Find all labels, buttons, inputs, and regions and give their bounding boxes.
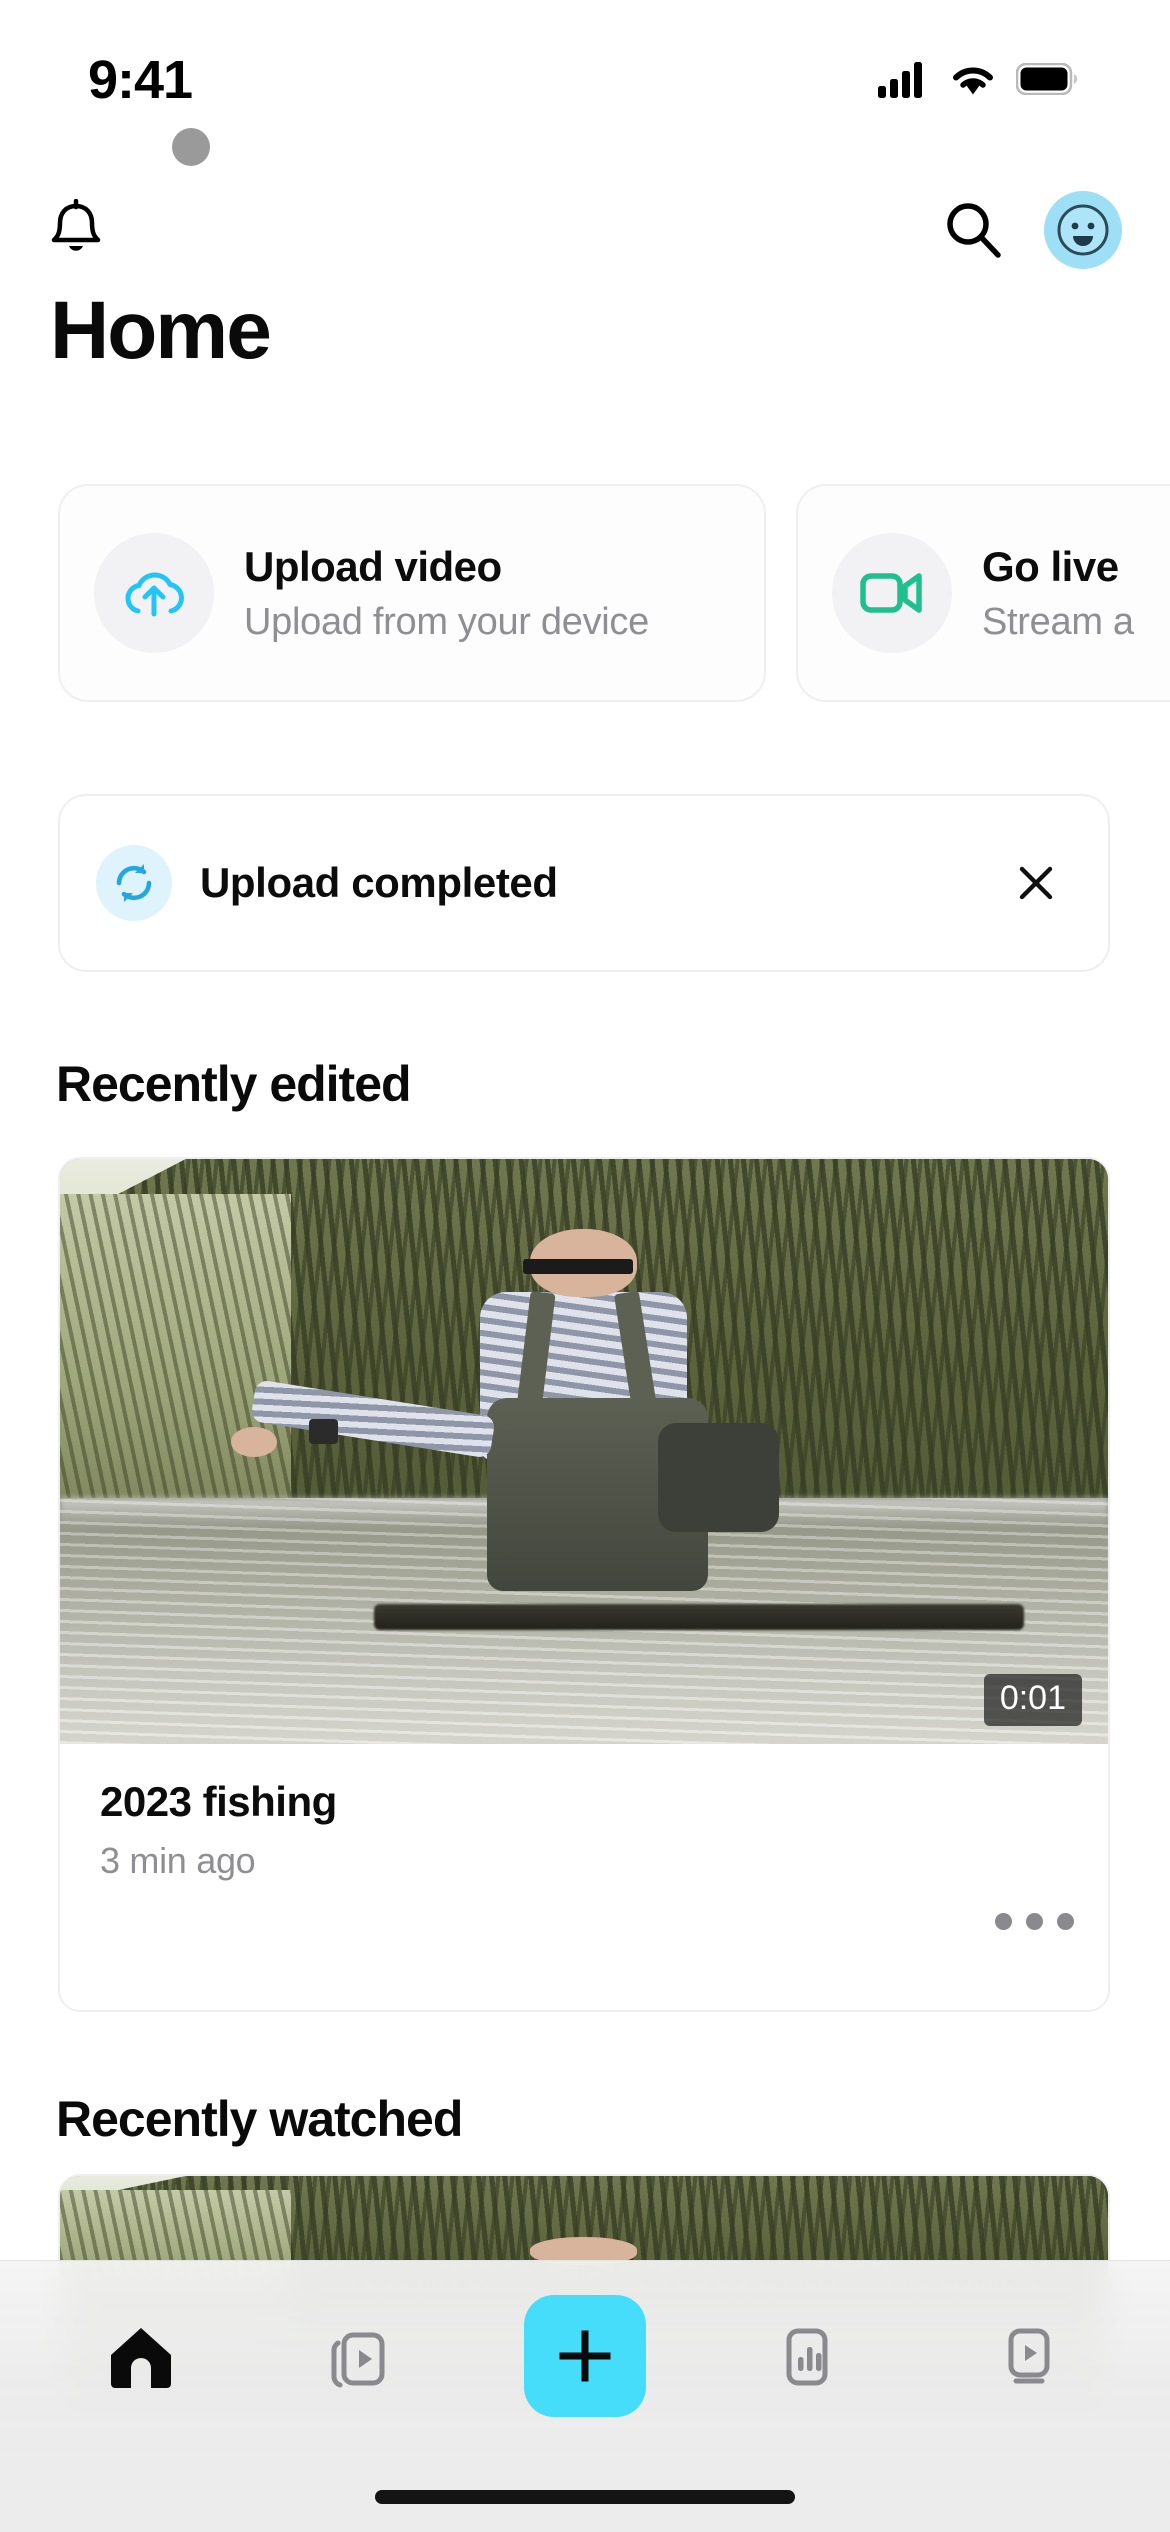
tab-home[interactable] — [66, 2281, 216, 2431]
smiley-avatar-icon — [1057, 204, 1109, 256]
app-screen: 9:41 Home Upload video Upload from your … — [0, 0, 1170, 2532]
tab-broadcast[interactable] — [954, 2281, 1104, 2431]
bell-icon[interactable] — [48, 199, 104, 261]
upload-status-banner: Upload completed — [58, 794, 1110, 972]
video-thumbnail[interactable]: 0:01 — [60, 1159, 1108, 1744]
video-card-recently-edited[interactable]: 0:01 2023 fishing 3 min ago — [58, 1157, 1110, 2012]
tab-analytics[interactable] — [732, 2281, 882, 2431]
video-title: 2023 fishing — [100, 1778, 337, 1825]
upload-status-banner-text: Upload completed — [200, 859, 558, 906]
app-header — [0, 175, 1170, 285]
video-camera-icon — [832, 533, 952, 653]
avatar[interactable] — [1044, 191, 1122, 269]
camera-dot — [172, 128, 210, 166]
video-meta: 2023 fishing 3 min ago — [60, 1744, 1108, 2010]
video-play-icon — [1008, 2328, 1050, 2384]
search-icon[interactable] — [942, 199, 1004, 261]
go-live-card-title: Go live — [982, 542, 1119, 590]
status-bar-indicators — [878, 60, 1078, 103]
video-timestamp: 3 min ago — [100, 1840, 256, 1881]
video-duration-badge: 0:01 — [983, 1674, 1082, 1726]
plus-icon — [559, 2330, 611, 2382]
section-heading-recently-watched: Recently watched — [56, 2091, 463, 2147]
create-button[interactable] — [524, 2295, 646, 2417]
more-options-icon[interactable] — [995, 1913, 1074, 1930]
section-heading-recently-edited: Recently edited — [56, 1056, 412, 1112]
bottom-tab-bar — [0, 2260, 1170, 2532]
wifi-icon — [948, 60, 998, 103]
quick-actions-carousel[interactable]: Upload video Upload from your device Go … — [0, 484, 1170, 706]
upload-video-card[interactable]: Upload video Upload from your device — [58, 484, 766, 702]
battery-icon — [1015, 62, 1078, 100]
cellular-signal-icon — [878, 60, 930, 103]
bar-chart-icon — [786, 2328, 828, 2386]
tab-create[interactable] — [510, 2281, 660, 2431]
go-live-card-subtitle: Stream a — [982, 600, 1134, 643]
upload-video-card-subtitle: Upload from your device — [244, 600, 649, 643]
home-indicator — [375, 2490, 795, 2504]
thumbnail-artwork — [60, 1159, 1108, 1744]
sync-refresh-icon — [96, 845, 172, 921]
video-stack-icon — [331, 2332, 385, 2388]
home-icon — [111, 2328, 171, 2388]
tab-library[interactable] — [288, 2281, 438, 2431]
upload-video-card-title: Upload video — [244, 542, 502, 590]
page-title: Home — [50, 285, 272, 376]
status-bar: 9:41 — [0, 0, 1170, 150]
status-bar-time: 9:41 — [88, 50, 193, 110]
cloud-upload-icon — [94, 533, 214, 653]
close-icon[interactable] — [1000, 847, 1072, 919]
go-live-card[interactable]: Go live Stream a — [796, 484, 1170, 702]
